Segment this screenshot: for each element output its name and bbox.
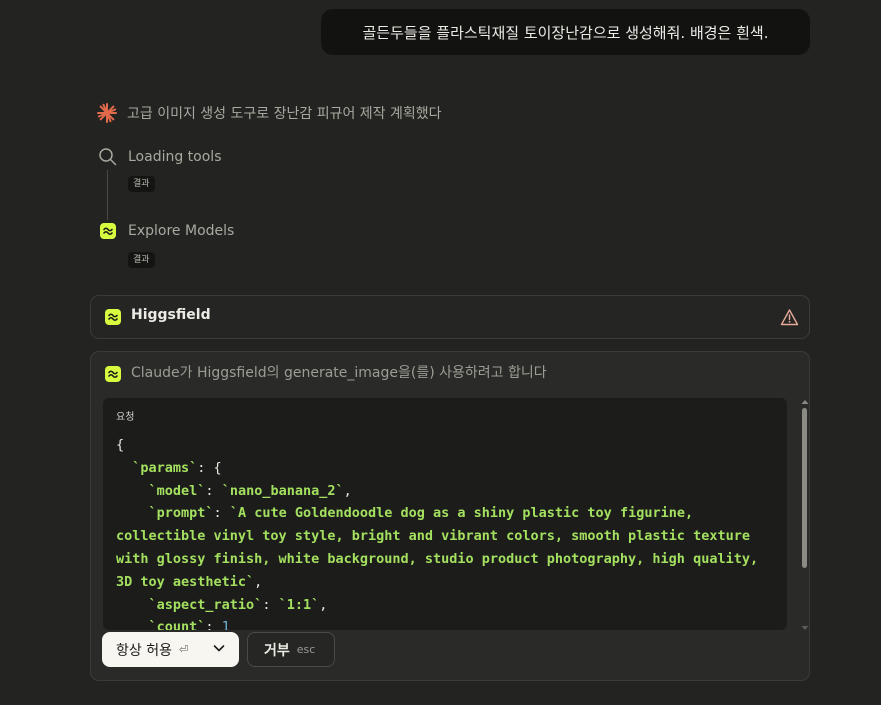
request-json: { `params`: { `model`: `nano_banana_2`, … bbox=[116, 437, 767, 630]
code-scrollbar[interactable] bbox=[800, 398, 810, 632]
step-loading-tools[interactable]: Loading tools bbox=[98, 147, 222, 166]
result-badge[interactable]: 결과 bbox=[128, 252, 155, 268]
scroll-down-icon[interactable] bbox=[800, 624, 810, 632]
esc-shortcut: esc bbox=[296, 643, 316, 656]
step-connector bbox=[107, 170, 108, 220]
connector-title: Higgsfield bbox=[131, 307, 211, 323]
result-badge[interactable]: 결과 bbox=[128, 176, 155, 192]
request-section-label: 요청 bbox=[116, 412, 135, 423]
chevron-down-icon[interactable] bbox=[211, 640, 227, 660]
always-allow-label: 항상 허용 bbox=[116, 642, 172, 659]
step-explore-models[interactable]: Explore Models bbox=[100, 223, 234, 239]
higgsfield-logo-icon bbox=[105, 309, 121, 325]
search-icon bbox=[98, 147, 117, 166]
user-message-bubble: 골든두들을 플라스틱재질 토이장난감으로 생성해줘. 배경은 흰색. bbox=[321, 9, 810, 55]
enter-key-icon: ⏎ bbox=[178, 643, 189, 656]
deny-button[interactable]: 거부 esc bbox=[247, 632, 335, 667]
higgsfield-logo-icon bbox=[105, 366, 121, 382]
thinking-row[interactable]: 고급 이미지 생성 도구로 장난감 피규어 제작 계획했다 bbox=[97, 103, 442, 123]
scroll-up-icon[interactable] bbox=[800, 398, 810, 406]
step-label: Loading tools bbox=[128, 148, 222, 165]
higgsfield-connector-panel[interactable]: Higgsfield bbox=[90, 295, 810, 339]
always-allow-button[interactable]: 항상 허용 ⏎ bbox=[102, 632, 239, 667]
sparkle-icon bbox=[97, 103, 117, 123]
user-message-text: 골든두들을 플라스틱재질 토이장난감으로 생성해줘. 배경은 흰색. bbox=[362, 23, 769, 42]
warning-icon[interactable] bbox=[780, 308, 799, 327]
higgsfield-logo-icon bbox=[100, 223, 116, 239]
step-label: Explore Models bbox=[128, 223, 235, 239]
permission-request-header: Claude가 Higgsfield의 generate_image을(를) 사… bbox=[131, 365, 547, 381]
request-code-block[interactable]: 요청 { `params`: { `model`: `nano_banana_2… bbox=[103, 398, 787, 630]
deny-label: 거부 bbox=[264, 642, 290, 659]
scroll-thumb[interactable] bbox=[802, 408, 807, 568]
thinking-label: 고급 이미지 생성 도구로 장난감 피규어 제작 계획했다 bbox=[127, 106, 442, 122]
